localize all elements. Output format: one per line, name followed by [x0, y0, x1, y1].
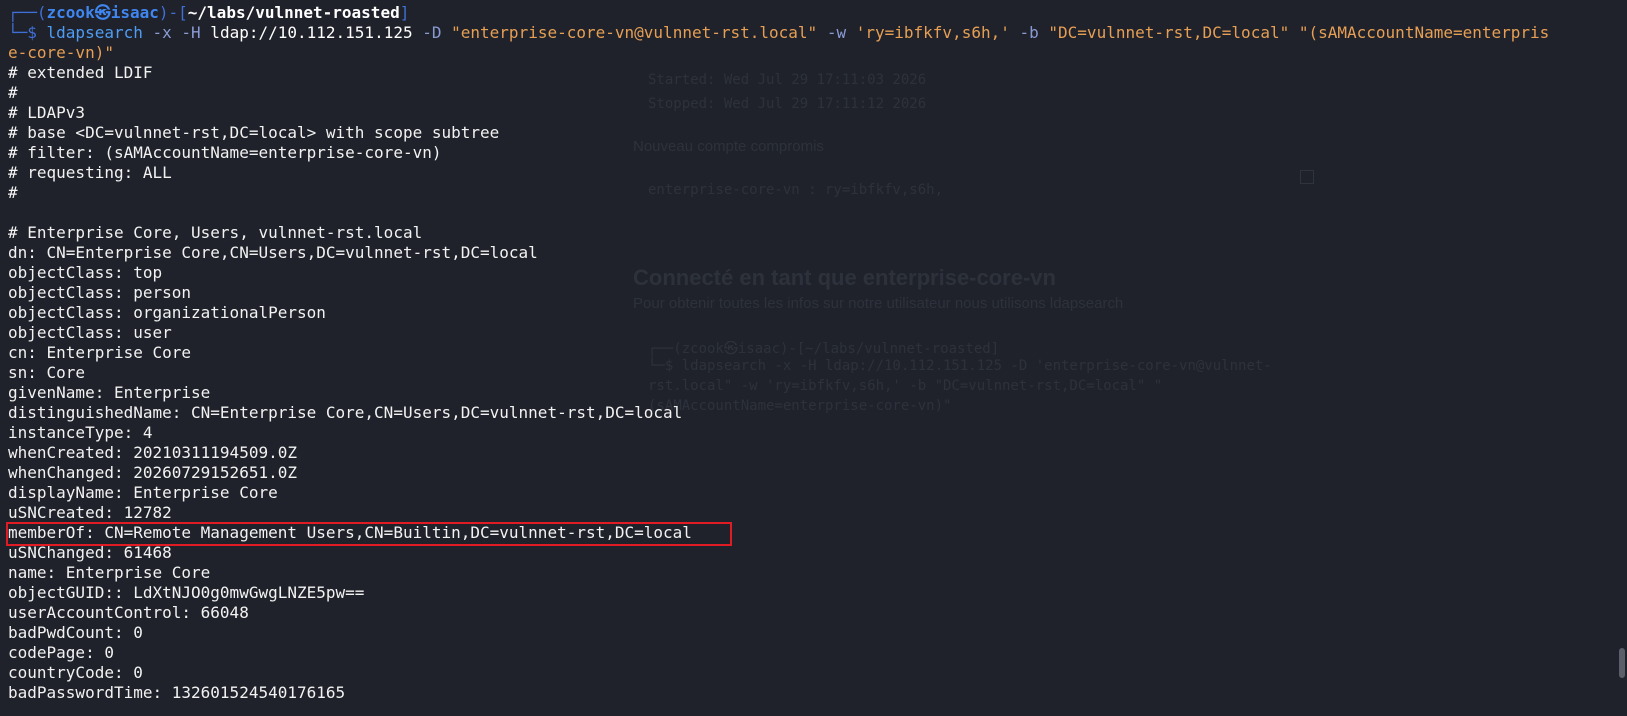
ldap-host: ldap://10.112.151.125 — [200, 23, 413, 42]
ghost-stopped: Stopped: Wed Jul 29 17:11:12 2026 — [648, 96, 927, 112]
prompt-frame-open: ┌──( — [8, 3, 47, 22]
output-line: # Enterprise Core, Users, vulnnet-rst.lo… — [8, 223, 423, 242]
output-line: # extended LDIF — [8, 63, 153, 82]
output-line: codePage: 0 — [8, 643, 114, 662]
command-line: └─$ ldapsearch -x -H ldap://10.112.151.1… — [8, 23, 1549, 43]
prompt-user-host: zcook㉿isaac — [46, 3, 159, 22]
output-line: instanceType: 4 — [8, 423, 153, 442]
output-line: dn: CN=Enterprise Core,CN=Users,DC=vulnn… — [8, 243, 538, 262]
search-base: "DC=vulnnet-rst,DC=local" — [1038, 23, 1290, 42]
prompt-line: ┌──(zcook㉿isaac)-[~/labs/vulnnet-roasted… — [8, 3, 409, 23]
output-line: # LDAPv3 — [8, 103, 86, 122]
output-line: countryCode: 0 — [8, 663, 143, 682]
flag-b: -b — [1009, 23, 1039, 42]
output-line: uSNCreated: 12782 — [8, 503, 172, 522]
output-line: objectClass: organizationalPerson — [8, 303, 326, 322]
output-line: cn: Enterprise Core — [8, 343, 192, 362]
filter-quote-open: " — [1289, 23, 1309, 42]
output-line: objectClass: person — [8, 283, 192, 302]
output-line: uSNChanged: 61468 — [8, 543, 172, 562]
output-line: userAccountControl: 66048 — [8, 603, 249, 622]
output-line: # base <DC=vulnnet-rst,DC=local> with sc… — [8, 123, 500, 142]
output-line: givenName: Enterprise — [8, 383, 211, 402]
output-line: whenCreated: 20210311194509.0Z — [8, 443, 297, 462]
output-line: whenChanged: 20260729152651.0Z — [8, 463, 297, 482]
output-line: sn: Core — [8, 363, 86, 382]
output-line: name: Enterprise Core — [8, 563, 211, 582]
output-line: distinguishedName: CN=Enterprise Core,CN… — [8, 403, 683, 422]
ghost-prompt: ┌──(zcook㉿isaac)-[~/labs/vulnnet-roasted… — [648, 341, 1000, 357]
prompt-frame-mid: )-[ — [158, 3, 188, 22]
output-line: objectClass: top — [8, 263, 163, 282]
ghost-started: Started: Wed Jul 29 17:11:03 2026 — [648, 72, 927, 88]
flag-x: -x — [142, 23, 172, 42]
ghost-cmd-line3: (sAMAccountName=enterprise-core-vn)" — [648, 398, 952, 414]
scrollbar-thumb[interactable] — [1619, 648, 1625, 678]
ghost-subtext: Pour obtenir toutes les infos sur notre … — [633, 295, 1124, 312]
output-line: badPasswordTime: 132601524540176165 — [8, 683, 346, 702]
search-filter-part2: e-core-vn) — [8, 43, 105, 62]
ghost-credential: enterprise-core-vn : ry=ibfkfv,s6h, — [648, 182, 944, 198]
output-line: objectGUID:: LdXtNJO0g0mwGwgLNZE5pw== — [8, 583, 365, 602]
output-line: # — [8, 183, 18, 202]
prompt-dollar: └─$ — [8, 23, 47, 42]
command-name: ldapsearch — [46, 23, 143, 42]
prompt-path: ~/labs/vulnnet-roasted — [187, 3, 400, 22]
output-line: # — [8, 83, 18, 102]
output-line: badPwdCount: 0 — [8, 623, 143, 642]
output-line: displayName: Enterprise Core — [8, 483, 278, 502]
output-line: objectClass: user — [8, 323, 172, 342]
terminal-window[interactable]: Started: Wed Jul 29 17:11:03 2026 Stoppe… — [0, 0, 1627, 716]
bind-password: 'ry=ibfkfv,s6h,' — [846, 23, 1010, 42]
copy-icon — [1300, 170, 1314, 184]
search-filter-part1: (sAMAccountName=enterpris — [1308, 23, 1550, 42]
flag-d: -D — [412, 23, 442, 42]
flag-w: -w — [817, 23, 847, 42]
prompt-frame-close: ] — [399, 3, 410, 22]
ghost-new-account-label: Nouveau compte compromis — [633, 138, 824, 155]
output-line: # requesting: ALL — [8, 163, 172, 182]
command-line-wrap: e-core-vn)" — [8, 43, 114, 63]
highlight-box — [6, 522, 732, 546]
ghost-cmd-line2: rst.local" -w 'ry=ibfkfv,s6h,' -b "DC=vu… — [648, 378, 1163, 394]
bind-dn: "enterprise-core-vn@vulnnet-rst.local" — [441, 23, 818, 42]
filter-quote-close: " — [104, 43, 114, 62]
output-line: # filter: (sAMAccountName=enterprise-cor… — [8, 143, 442, 162]
ghost-heading: Connecté en tant que enterprise-core-vn — [633, 265, 1056, 290]
flag-h: -H — [171, 23, 201, 42]
ghost-cmd-line1: └─$ ldapsearch -x -H ldap://10.112.151.1… — [648, 358, 1272, 374]
